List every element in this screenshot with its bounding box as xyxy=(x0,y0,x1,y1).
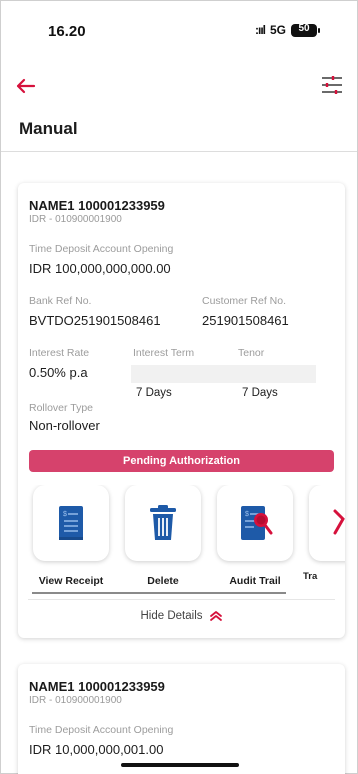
customer-ref-label: Customer Ref No. xyxy=(202,295,287,307)
action-carousel[interactable]: $ View Receipt Delete $ Audit Trail Tra xyxy=(18,485,345,595)
rollover-value: Non-rollover xyxy=(29,418,100,433)
status-time: 16.20 xyxy=(48,23,86,40)
transaction-card: NAME1 100001233959 IDR - 010900001900 Ti… xyxy=(18,183,345,638)
transfer-button[interactable] xyxy=(309,485,345,561)
hide-details-label: Hide Details xyxy=(140,610,203,622)
app-screen: 16.20 :ııl 5G 50 Manual NAME1 1000012339… xyxy=(0,0,358,774)
hide-details-button[interactable]: Hide Details xyxy=(18,610,345,622)
redacted-bar xyxy=(131,365,316,383)
status-badge: Pending Authorization xyxy=(29,450,334,472)
product-label: Time Deposit Account Opening xyxy=(29,243,174,255)
amount-value: IDR 10,000,000,001.00 xyxy=(29,742,164,757)
status-bar: 16.20 :ııl 5G 50 xyxy=(1,1,357,53)
home-indicator xyxy=(121,763,239,767)
signal-icon: :ııl xyxy=(254,23,266,37)
delete-label: Delete xyxy=(147,575,179,587)
svg-text:$: $ xyxy=(245,511,249,518)
bank-ref-label: Bank Ref No. xyxy=(29,295,92,307)
account-name: NAME1 100001233959 xyxy=(29,198,165,213)
battery-level: 50 xyxy=(298,22,310,34)
rollover-label: Rollover Type xyxy=(29,402,94,414)
svg-text:$: $ xyxy=(63,511,67,518)
partial-action-icon xyxy=(333,509,345,535)
audit-document-icon: $ xyxy=(241,506,273,540)
tenor-value: 7 Days xyxy=(242,387,278,399)
audit-trail-button[interactable]: $ xyxy=(217,485,293,561)
customer-ref-value: 251901508461 xyxy=(202,313,289,328)
interest-rate-label: Interest Rate xyxy=(29,347,90,359)
status-indicators: :ııl 5G 50 xyxy=(254,22,320,37)
interest-term-value: 7 Days xyxy=(136,387,172,399)
interest-rate-value: 0.50% p.a xyxy=(29,365,88,380)
receipt-icon: $ xyxy=(59,506,83,540)
back-button[interactable] xyxy=(13,73,39,99)
arrow-left-icon xyxy=(16,78,36,94)
carousel-scroll-indicator xyxy=(32,592,286,594)
double-chevron-up-icon xyxy=(209,611,222,621)
page-title: Manual xyxy=(19,119,78,138)
view-receipt-label: View Receipt xyxy=(38,575,104,587)
account-name: NAME1 100001233959 xyxy=(29,679,165,694)
header-divider xyxy=(1,151,357,152)
audit-trail-label: Audit Trail xyxy=(229,575,281,587)
transaction-card: NAME1 100001233959 IDR - 010900001900 Ti… xyxy=(18,664,345,774)
trash-icon xyxy=(150,505,176,540)
amount-value: IDR 100,000,000,000.00 xyxy=(29,261,171,276)
view-receipt-button[interactable]: $ xyxy=(33,485,109,561)
account-number: IDR - 010900001900 xyxy=(29,214,122,225)
filter-button[interactable] xyxy=(319,73,345,99)
bank-ref-value: BVTDO251901508461 xyxy=(29,313,161,328)
filter-sliders-icon xyxy=(322,76,342,94)
transfer-label: Tra xyxy=(303,571,318,582)
card-divider xyxy=(28,599,335,600)
interest-term-label: Interest Term xyxy=(133,347,195,359)
account-number: IDR - 010900001900 xyxy=(29,695,122,706)
delete-button[interactable] xyxy=(125,485,201,561)
tenor-label: Tenor xyxy=(238,347,265,359)
product-label: Time Deposit Account Opening xyxy=(29,724,174,736)
network-type: 5G xyxy=(269,23,286,37)
battery-icon: 50 xyxy=(291,22,320,37)
